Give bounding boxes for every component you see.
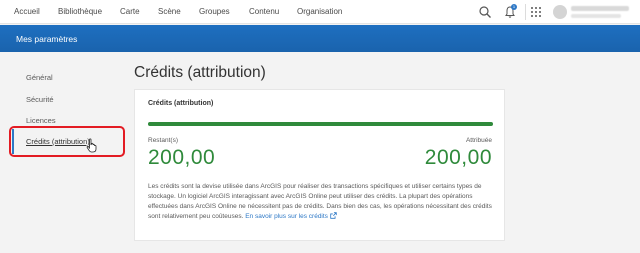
credits-progress-bar [148,122,493,126]
external-link-icon [330,212,337,219]
nav-map[interactable]: Carte [120,7,140,16]
notification-badge: 1 [511,4,517,10]
credits-progress-fill [148,122,493,126]
settings-header: Mes paramètres [0,25,640,52]
nav-gallery[interactable]: Bibliothèque [58,7,102,16]
nav-scene[interactable]: Scène [158,7,181,16]
nav-groups[interactable]: Groupes [199,7,230,16]
highlight-annotation-box [9,126,125,157]
avatar[interactable] [553,5,567,19]
card-title: Crédits (attribution) [148,100,214,107]
nav-content[interactable]: Contenu [249,7,279,16]
sidebar-item-licenses[interactable]: Licences [26,116,56,125]
learn-more-link[interactable]: En savoir plus sur les crédits [245,212,337,220]
user-name-blurred[interactable] [571,6,629,11]
learn-more-link-text: En savoir plus sur les crédits [245,213,328,220]
page-title: Crédits (attribution) [134,64,266,81]
user-subtitle-blurred [571,14,621,18]
app-launcher-icon[interactable] [529,5,543,19]
allocated-value: 200,00 [424,146,492,169]
allocated-label: Attribuée [465,137,492,144]
remaining-value: 200,00 [148,146,216,169]
top-navigation: Accueil Bibliothèque Carte Scène Groupes… [0,0,640,24]
sidebar-item-general[interactable]: Général [26,73,53,82]
credits-description: Les crédits sont la devise utilisée dans… [148,182,498,222]
nav-home[interactable]: Accueil [14,7,40,16]
hand-cursor-icon [86,138,97,153]
nav-divider [525,4,526,20]
search-icon[interactable] [478,5,492,19]
sidebar-item-security[interactable]: Sécurité [26,95,54,104]
credits-card: Crédits (attribution) Restant(s) 200,00 … [134,89,505,241]
header-title: Mes paramètres [16,34,78,44]
nav-organization[interactable]: Organisation [297,7,342,16]
remaining-label: Restant(s) [148,137,178,144]
